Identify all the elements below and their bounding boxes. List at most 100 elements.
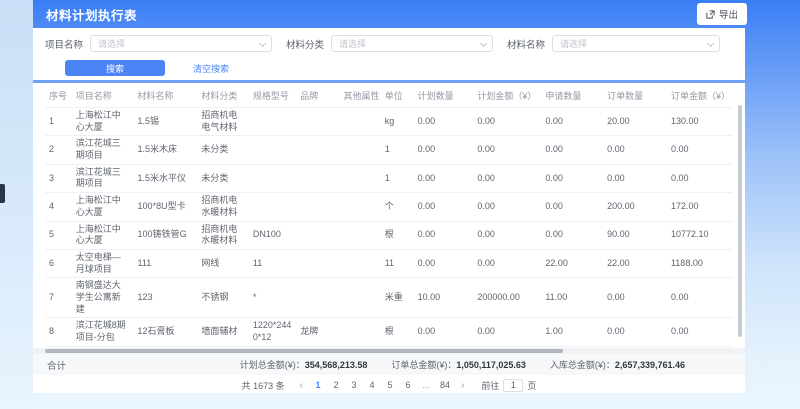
pagination-total: 共 1673 条	[242, 379, 285, 392]
material-category-placeholder: 请选择	[339, 37, 366, 50]
table-cell: 0.00	[667, 164, 733, 192]
table-row: 6太空电梯—月球项目111网线11110.000.0022.0022.00118…	[45, 249, 733, 277]
table-cell: 0.00	[414, 136, 474, 164]
table-cell: 172.00	[667, 193, 733, 221]
table-cell: 130.00	[667, 108, 733, 136]
filter-row: 项目名称 请选择 材料分类 请选择 材料名称 请选择	[45, 35, 733, 52]
summary-row: 合计 计划总金额(¥)：354,568,213.58 订单总金额(¥)：1,05…	[33, 354, 745, 375]
page-button[interactable]: 1	[312, 380, 324, 390]
material-name-label: 材料名称	[507, 37, 545, 51]
table-cell: 未分类	[197, 136, 248, 164]
vertical-scrollbar[interactable]	[738, 105, 742, 337]
table-cell: 0.00	[473, 249, 541, 277]
material-name-placeholder: 请选择	[560, 37, 587, 50]
table-row: 7南钢盛达大学生公寓新建123不锈钢*米重10.00200000.0011.00…	[45, 278, 733, 318]
chevron-down-icon	[707, 40, 714, 47]
table-cell: 100*8U型卡	[134, 193, 198, 221]
page-button[interactable]: 3	[348, 380, 360, 390]
column-header: 其他属性	[340, 83, 381, 108]
table-cell: 0.00	[667, 278, 733, 318]
table-cell	[340, 221, 381, 249]
table-row: 2滨江花城三期项目1.5米木床未分类10.000.000.000.000.00	[45, 136, 733, 164]
table-cell: 20.00	[603, 108, 667, 136]
next-page-button[interactable]: ›	[458, 380, 467, 391]
table-cell: 1188.00	[667, 249, 733, 277]
sidebar-expand-handle[interactable]	[0, 184, 5, 203]
planned-total-amount: 计划总金额(¥)：354,568,213.58	[240, 358, 368, 371]
column-header: 订单金额（¥）	[667, 83, 733, 108]
table-cell: 上海松江中心大厦	[72, 193, 134, 221]
table-cell: 个	[381, 193, 414, 221]
order-total-amount: 订单总金额(¥)：1,050,117,025.63	[391, 358, 526, 371]
table-cell: 0.00	[414, 249, 474, 277]
column-header: 序号	[45, 83, 72, 108]
column-header: 单位	[381, 83, 414, 108]
table-cell: 1.5锡	[134, 108, 198, 136]
search-button[interactable]: 搜索	[65, 60, 165, 76]
material-plan-table: 序号项目名称材料名称材料分类规格型号品牌其他属性单位计划数量计划金额（¥）申请数…	[45, 83, 733, 374]
goto-page-input[interactable]	[503, 379, 523, 392]
table-cell	[249, 108, 296, 136]
column-header: 规格型号	[249, 83, 296, 108]
page-button[interactable]: 4	[366, 380, 378, 390]
horizontal-scrollbar-thumb[interactable]	[45, 349, 563, 353]
table-cell	[296, 221, 339, 249]
material-name-select[interactable]: 请选择	[552, 35, 720, 52]
goto-label: 前往	[481, 379, 499, 392]
table-cell: 滨江花城8期项目-分包	[72, 318, 134, 346]
table-cell	[340, 193, 381, 221]
table-cell: 根	[381, 318, 414, 346]
column-header: 计划金额（¥）	[473, 83, 541, 108]
table-cell: 0.00	[541, 164, 603, 192]
prev-page-button[interactable]: ‹	[297, 380, 306, 391]
table-cell: 未分类	[197, 164, 248, 192]
page-button[interactable]: ...	[420, 380, 432, 390]
table-cell: 0.00	[473, 193, 541, 221]
table-cell: 1	[381, 164, 414, 192]
table-cell: DN100	[249, 221, 296, 249]
column-header: 品牌	[296, 83, 339, 108]
table-cell: kg	[381, 108, 414, 136]
table-cell	[340, 164, 381, 192]
page-button[interactable]: 6	[402, 380, 414, 390]
export-button-label: 导出	[719, 7, 738, 21]
page-button[interactable]: 5	[384, 380, 396, 390]
table-cell: 0.00	[541, 221, 603, 249]
export-button[interactable]: 导出	[697, 3, 747, 25]
table-cell: 0.00	[603, 136, 667, 164]
project-name-select[interactable]: 请选择	[90, 35, 272, 52]
table-cell: 太空电梯—月球项目	[72, 249, 134, 277]
table-cell: *	[249, 278, 296, 318]
page-button[interactable]: 2	[330, 380, 342, 390]
chevron-down-icon	[480, 40, 487, 47]
material-category-select[interactable]: 请选择	[331, 35, 493, 52]
page-title: 材料计划执行表	[46, 5, 137, 24]
table-cell: 1.5米木床	[134, 136, 198, 164]
export-icon	[706, 10, 715, 19]
table-cell: 6	[45, 249, 72, 277]
table-row: 5上海松江中心大厦100铸铁管G招商机电 水暖材料DN100根0.000.000…	[45, 221, 733, 249]
table-cell: 0.00	[541, 108, 603, 136]
clear-search-link[interactable]: 清空搜索	[193, 62, 229, 75]
table-cell: 0.00	[541, 193, 603, 221]
table-header-row: 序号项目名称材料名称材料分类规格型号品牌其他属性单位计划数量计划金额（¥）申请数…	[45, 83, 733, 108]
table-cell: 网线	[197, 249, 248, 277]
table-cell: 0.00	[473, 318, 541, 346]
table-cell: 0.00	[473, 108, 541, 136]
table-cell: 4	[45, 193, 72, 221]
table-cell: 0.00	[603, 278, 667, 318]
table-cell: 上海松江中心大厦	[72, 108, 134, 136]
project-name-label: 项目名称	[45, 37, 83, 51]
table-cell: 0.00	[667, 318, 733, 346]
table-cell: 3	[45, 164, 72, 192]
goto-suffix: 页	[527, 379, 536, 392]
table-cell: 米重	[381, 278, 414, 318]
table-cell: 滨江花城三期项目	[72, 136, 134, 164]
column-header: 材料名称	[134, 83, 198, 108]
column-header: 订单数量	[603, 83, 667, 108]
table-cell: 90.00	[603, 221, 667, 249]
table-cell: 11	[249, 249, 296, 277]
table-cell: 11	[381, 249, 414, 277]
page-button[interactable]: 84	[438, 380, 452, 390]
table-cell: 0.00	[473, 221, 541, 249]
